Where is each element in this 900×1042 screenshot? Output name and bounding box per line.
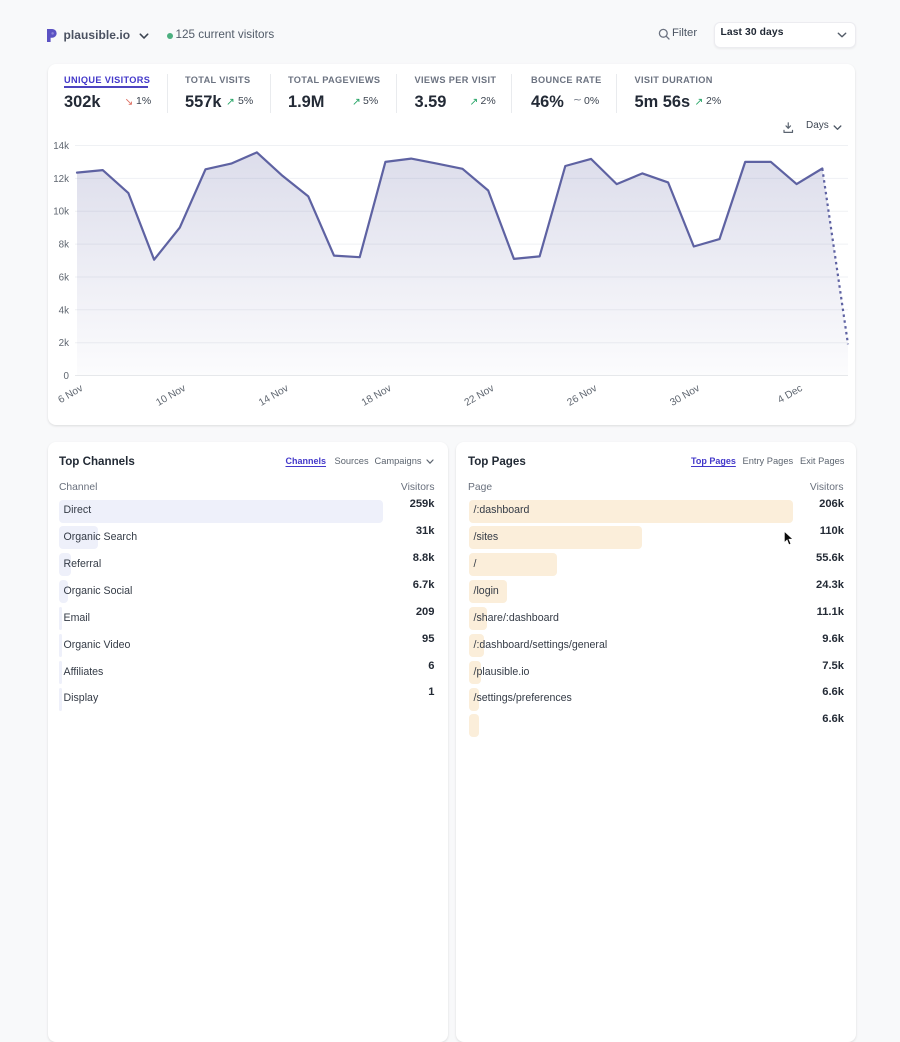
- svg-text:30 Nov: 30 Nov: [668, 383, 702, 409]
- svg-text:10 Nov: 10 Nov: [154, 383, 188, 409]
- svg-text:26 Nov: 26 Nov: [566, 383, 600, 409]
- svg-text:4k: 4k: [59, 305, 69, 316]
- svg-text:4 Dec: 4 Dec: [776, 383, 805, 406]
- svg-text:0: 0: [64, 371, 70, 382]
- svg-text:22 Nov: 22 Nov: [463, 383, 497, 409]
- svg-text:18 Nov: 18 Nov: [360, 383, 394, 409]
- svg-text:14 Nov: 14 Nov: [257, 383, 291, 409]
- svg-text:14k: 14k: [53, 141, 69, 152]
- svg-text:10k: 10k: [53, 207, 69, 218]
- svg-text:2k: 2k: [59, 338, 69, 349]
- svg-text:6k: 6k: [59, 273, 69, 284]
- svg-text:12k: 12k: [53, 174, 69, 185]
- svg-text:8k: 8k: [59, 240, 69, 251]
- svg-text:6 Nov: 6 Nov: [56, 383, 85, 406]
